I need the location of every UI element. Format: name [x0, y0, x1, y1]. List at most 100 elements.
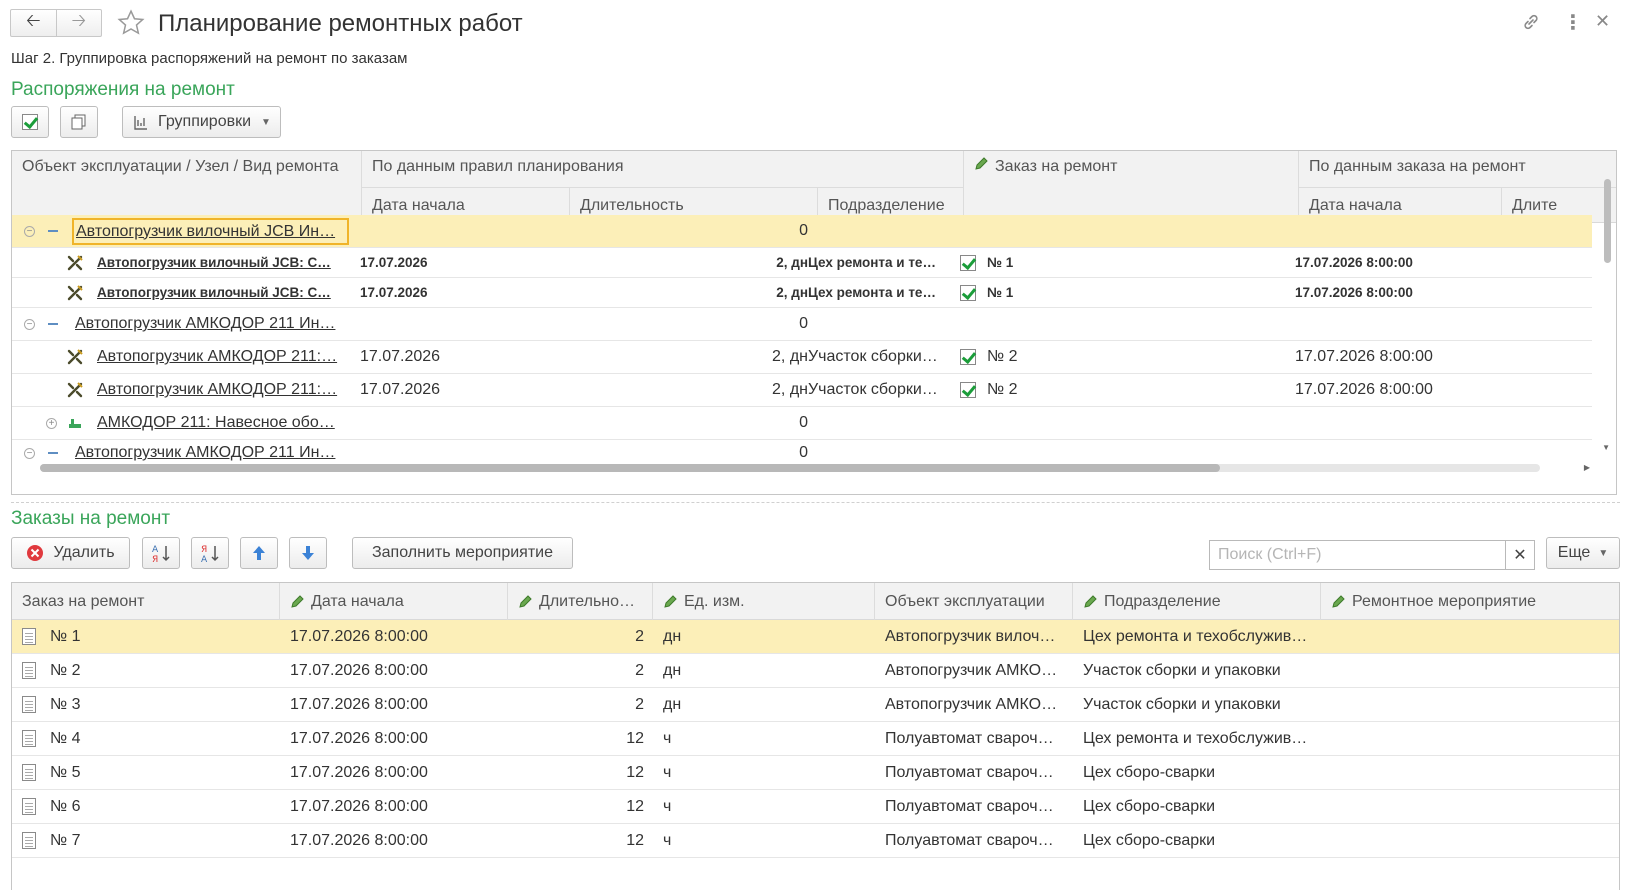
order-checkbox[interactable]: [960, 341, 980, 373]
object-cell: Полуавтомат свароч…: [885, 763, 1054, 781]
event-cell[interactable]: [1321, 722, 1611, 755]
scroll-down-icon[interactable]: ▼: [1602, 443, 1610, 452]
tree-item-name[interactable]: Автопогрузчик вилочный JCB Ин…: [72, 218, 349, 245]
start-cell: 17.07.2026 8:00:00: [290, 695, 428, 713]
unit-cell: дн: [663, 627, 682, 645]
table-row[interactable]: № 7 17.07.2026 8:00:00 12 ч Полуавтомат …: [12, 824, 1619, 858]
copy-icon: [71, 114, 86, 130]
tree-item-name[interactable]: Автопогрузчик АМКОДОР 211:…: [97, 341, 347, 373]
tree-row[interactable]: − Автопогрузчик АМКОДОР 211 Ин… 0: [12, 308, 1592, 341]
table-row[interactable]: № 6 17.07.2026 8:00:00 12 ч Полуавтомат …: [12, 790, 1619, 824]
document-icon: [22, 662, 36, 679]
event-cell[interactable]: [1321, 654, 1611, 687]
sort-descending-button[interactable]: Я А: [191, 537, 229, 569]
duration-cell: 12: [626, 763, 644, 781]
order-checkbox[interactable]: [960, 278, 980, 307]
horizontal-scrollbar[interactable]: [40, 464, 1540, 472]
order-cell: № 3: [22, 688, 272, 721]
copy-button[interactable]: [60, 106, 98, 138]
column-header-event[interactable]: Ремонтное мероприятие: [1321, 583, 1619, 620]
event-cell[interactable]: [1321, 688, 1611, 721]
collapse-icon[interactable]: −: [24, 226, 35, 237]
duration-cell: 0: [799, 222, 808, 239]
column-header-start[interactable]: Дата начала: [280, 583, 508, 620]
table-row[interactable]: № 3 17.07.2026 8:00:00 2 дн Автопогрузчи…: [12, 688, 1619, 722]
column-header-order[interactable]: Заказ на ремонт: [964, 151, 1299, 223]
object-cell: Полуавтомат свароч…: [885, 729, 1054, 747]
back-button[interactable]: 🡠: [11, 10, 56, 36]
move-down-button[interactable]: [289, 537, 327, 569]
expand-icon[interactable]: +: [46, 418, 57, 429]
table-row[interactable]: № 5 17.07.2026 8:00:00 12 ч Полуавтомат …: [12, 756, 1619, 790]
division-cell: Цех ремонта и техобслужив…: [1083, 729, 1308, 747]
check-all-button[interactable]: [11, 106, 49, 138]
scroll-right-icon[interactable]: ▶: [1584, 463, 1590, 472]
tree-row[interactable]: Автопогрузчик АМКОДОР 211:… 17.07.2026 2…: [12, 341, 1592, 374]
repair-orders-table: Заказ на ремонт Дата начала Длительно… Е…: [11, 582, 1620, 890]
table-row[interactable]: № 4 17.07.2026 8:00:00 12 ч Полуавтомат …: [12, 722, 1619, 756]
navigation-buttons: 🡠 🡢: [10, 9, 102, 37]
more-button[interactable]: Еще ▼: [1546, 537, 1620, 569]
sort-ascending-icon: А Я: [152, 545, 170, 563]
start-column-label: Дата начала: [311, 592, 404, 610]
column-header-order[interactable]: Заказ на ремонт: [12, 583, 280, 620]
column-header-division[interactable]: Подразделение: [1073, 583, 1321, 620]
section-title-orders: Распоряжения на ремонт: [11, 79, 235, 100]
duration-cell: 2: [635, 661, 644, 679]
link-icon[interactable]: [1521, 12, 1541, 32]
tree-item-name[interactable]: АМКОДОР 211: Навесное обо…: [97, 407, 347, 439]
duration-cell: 12: [626, 831, 644, 849]
tree-row[interactable]: − Автопогрузчик вилочный JCB Ин… 0: [12, 215, 1592, 248]
document-icon: [22, 764, 36, 781]
column-header-object[interactable]: Объект эксплуатации / Узел / Вид ремонта: [12, 151, 362, 223]
tree-row[interactable]: + АМКОДОР 211: Навесное обо… 0: [12, 407, 1592, 440]
tree-item-name[interactable]: Автопогрузчик АМКОДОР 211 Ин…: [75, 308, 350, 340]
collapse-icon[interactable]: −: [24, 448, 35, 459]
column-header-object[interactable]: Объект эксплуатации: [875, 583, 1073, 620]
close-icon[interactable]: ✕: [1595, 11, 1610, 32]
tree-item-name[interactable]: Автопогрузчик АМКОДОР 211:…: [97, 374, 347, 406]
table-row[interactable]: № 1 17.07.2026 8:00:00 2 дн Автопогрузчи…: [12, 620, 1619, 654]
event-cell[interactable]: [1321, 620, 1611, 653]
fill-event-button[interactable]: Заполнить мероприятие: [352, 537, 573, 569]
vertical-scrollbar[interactable]: [1602, 179, 1612, 459]
column-group-order-data: По данным заказа на ремонт: [1299, 151, 1616, 187]
tree-row[interactable]: Автопогрузчик АМКОДОР 211:… 17.07.2026 2…: [12, 374, 1592, 407]
group-marker-icon: [48, 440, 68, 466]
clear-search-button[interactable]: ✕: [1506, 540, 1535, 570]
column-header-duration[interactable]: Длительно…: [508, 583, 653, 620]
duration-cell: 2, дн: [776, 285, 808, 300]
star-icon[interactable]: [116, 8, 146, 38]
forward-button[interactable]: 🡢: [55, 10, 102, 36]
table-row[interactable]: № 2 17.07.2026 8:00:00 2 дн Автопогрузчи…: [12, 654, 1619, 688]
order-checkbox[interactable]: [960, 374, 980, 406]
order-checkbox[interactable]: [960, 248, 980, 277]
delete-button[interactable]: Удалить: [11, 537, 130, 569]
dropdown-arrow-icon: ▼: [1598, 547, 1609, 559]
more-vert-icon[interactable]: ⋮: [1563, 10, 1583, 35]
dropdown-arrow-icon: ▼: [261, 116, 271, 128]
svg-text:А: А: [201, 555, 208, 563]
unit-cell: ч: [663, 729, 672, 747]
search-input[interactable]: Поиск (Ctrl+F): [1209, 540, 1506, 570]
division-cell: Цех сборо-сварки: [1083, 831, 1216, 849]
tree-row[interactable]: Автопогрузчик вилочный JCB: С… 17.07.202…: [12, 278, 1592, 308]
column-header-unit[interactable]: Ед. изм.: [653, 583, 875, 620]
groupings-button[interactable]: Группировки ▼: [122, 106, 281, 138]
tree-item-name[interactable]: Автопогрузчик вилочный JCB: С…: [97, 278, 347, 307]
move-up-button[interactable]: [240, 537, 278, 569]
order-cell: № 5: [22, 756, 272, 789]
event-cell[interactable]: [1321, 790, 1611, 823]
collapse-icon[interactable]: −: [24, 319, 35, 330]
event-cell[interactable]: [1321, 756, 1611, 789]
object-cell: Автопогрузчик вилоч…: [885, 627, 1056, 645]
tree-row[interactable]: Автопогрузчик вилочный JCB: С… 17.07.202…: [12, 248, 1592, 278]
step-label: Шаг 2. Группировка распоряжений на ремон…: [11, 50, 408, 67]
column-group-planning: По данным правил планирования: [362, 151, 964, 187]
order-column-label: Заказ на ремонт: [995, 158, 1118, 175]
tree-item-name[interactable]: Автопогрузчик АМКОДОР 211 Ин…: [75, 440, 350, 466]
tree-item-name[interactable]: Автопогрузчик вилочный JCB: С…: [97, 248, 347, 277]
sort-ascending-button[interactable]: А Я: [142, 537, 180, 569]
svg-text:Я: Я: [152, 555, 158, 563]
event-cell[interactable]: [1321, 824, 1611, 857]
